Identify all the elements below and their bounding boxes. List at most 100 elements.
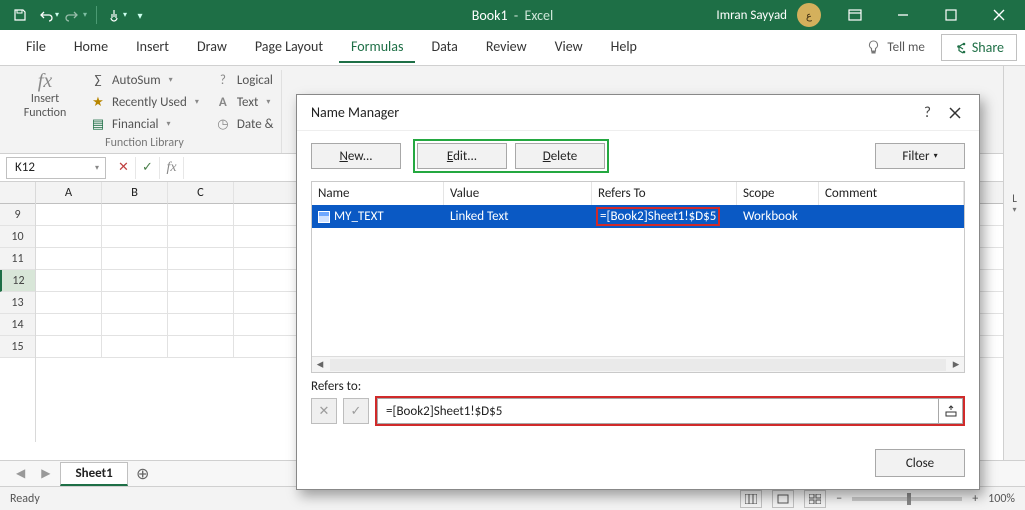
cancel-formula-icon[interactable]: ✕	[112, 157, 136, 179]
col-header-value[interactable]: Value	[444, 182, 592, 205]
cell[interactable]	[36, 248, 102, 270]
col-header-comment[interactable]: Comment	[819, 182, 964, 205]
insert-function-button[interactable]: fx Insert Function	[16, 70, 74, 121]
cell[interactable]	[36, 226, 102, 248]
user-avatar[interactable]: ع	[797, 3, 821, 27]
view-page-layout-icon[interactable]	[772, 490, 794, 508]
zoom-slider[interactable]	[852, 497, 962, 501]
date-time-button[interactable]: ◷Date &	[215, 114, 274, 134]
hscroll-right-icon[interactable]: ▸	[948, 357, 964, 372]
tab-help[interactable]: Help	[599, 32, 649, 63]
logical-button[interactable]: ?Logical	[215, 70, 274, 90]
tab-page-layout[interactable]: Page Layout	[243, 32, 335, 63]
view-page-break-icon[interactable]	[804, 490, 826, 508]
refers-cancel-icon[interactable]: ✕	[311, 398, 337, 424]
tab-review[interactable]: Review	[474, 32, 539, 63]
row-header[interactable]: 11	[0, 248, 35, 270]
cell[interactable]	[102, 270, 168, 292]
name-row-selected[interactable]: MY_TEXT Linked Text =[Book2]Sheet1!$D$5 …	[312, 205, 964, 228]
cell[interactable]	[36, 270, 102, 292]
col-header-scope[interactable]: Scope	[737, 182, 819, 205]
redo-icon[interactable]: ▾	[64, 3, 88, 27]
sheet-nav-prev-icon[interactable]: ◀	[10, 466, 31, 481]
row-header[interactable]: 9	[0, 204, 35, 226]
col-header[interactable]: A	[36, 182, 102, 204]
share-button[interactable]: Share	[941, 34, 1017, 61]
maximize-icon[interactable]	[929, 0, 973, 30]
cell[interactable]	[168, 314, 234, 336]
ribbon-display-icon[interactable]	[833, 0, 877, 30]
close-icon[interactable]	[977, 0, 1021, 30]
recently-used-button[interactable]: ★Recently Used▾	[90, 92, 199, 112]
row-header[interactable]: 13	[0, 292, 35, 314]
autosum-button[interactable]: ∑AutoSum▾	[90, 70, 199, 90]
zoom-out-icon[interactable]: −	[836, 492, 842, 506]
dialog-help-icon[interactable]: ?	[914, 104, 941, 122]
names-hscrollbar[interactable]: ◂ ▸	[312, 356, 964, 372]
cell[interactable]	[36, 336, 102, 358]
financial-button[interactable]: ▤Financial▾	[90, 114, 199, 134]
row-header[interactable]: 10	[0, 226, 35, 248]
tab-home[interactable]: Home	[62, 32, 120, 63]
cell[interactable]	[102, 226, 168, 248]
sheet-nav-next-icon[interactable]: ▶	[35, 466, 56, 481]
close-button[interactable]: Close	[875, 449, 965, 477]
delete-name-button[interactable]: Delete	[515, 143, 605, 169]
tab-view[interactable]: View	[543, 32, 595, 63]
right-pane-edge: L ▾	[1003, 66, 1025, 460]
col-header-right[interactable]: L	[1012, 186, 1017, 205]
cell[interactable]	[168, 248, 234, 270]
sheet-tab-active[interactable]: Sheet1	[60, 462, 127, 486]
cell[interactable]	[102, 336, 168, 358]
text-button[interactable]: AText▾	[215, 92, 274, 112]
touch-mode-icon[interactable]: ▾	[105, 3, 129, 27]
minimize-icon[interactable]	[881, 0, 925, 30]
fx-button-icon[interactable]: fx	[160, 157, 184, 179]
name-box[interactable]: K12 ▾	[6, 157, 106, 179]
undo-icon[interactable]: ▾	[36, 3, 60, 27]
select-all-corner[interactable]	[0, 182, 35, 204]
view-normal-icon[interactable]	[740, 490, 762, 508]
collapse-dialog-icon[interactable]	[939, 398, 963, 424]
tab-data[interactable]: Data	[419, 32, 469, 63]
cell[interactable]	[36, 204, 102, 226]
cell[interactable]	[102, 292, 168, 314]
new-name-button[interactable]: New...	[311, 143, 401, 169]
edit-name-button[interactable]: Edit...	[417, 143, 507, 169]
tab-formulas[interactable]: Formulas	[339, 32, 415, 63]
cell[interactable]	[168, 270, 234, 292]
col-header-name[interactable]: Name	[312, 182, 444, 205]
hscroll-left-icon[interactable]: ◂	[312, 357, 328, 372]
accept-formula-icon[interactable]: ✓	[136, 157, 160, 179]
col-header-refers[interactable]: Refers To	[592, 182, 737, 205]
col-header[interactable]: C	[168, 182, 234, 204]
cell[interactable]	[36, 292, 102, 314]
add-sheet-button[interactable]: ⊕	[132, 463, 154, 485]
col-header[interactable]: B	[102, 182, 168, 204]
zoom-level[interactable]: 100%	[988, 492, 1015, 506]
row-header[interactable]: 12	[0, 270, 35, 292]
cell[interactable]	[168, 204, 234, 226]
refers-accept-icon[interactable]: ✓	[343, 398, 369, 424]
tab-insert[interactable]: Insert	[124, 32, 181, 63]
tell-me[interactable]: Tell me	[866, 40, 924, 55]
cell[interactable]	[168, 226, 234, 248]
row-header[interactable]: 14	[0, 314, 35, 336]
cell[interactable]	[102, 314, 168, 336]
name-box-value: K12	[15, 160, 35, 175]
cell[interactable]	[102, 248, 168, 270]
dialog-close-icon[interactable]	[941, 99, 969, 127]
save-icon[interactable]	[8, 3, 32, 27]
cell[interactable]	[36, 314, 102, 336]
cell[interactable]	[168, 336, 234, 358]
refers-to-input[interactable]: =[Book2]Sheet1!$D$5	[377, 398, 939, 424]
tab-file[interactable]: File	[14, 32, 58, 63]
row-header[interactable]: 15	[0, 336, 35, 358]
qat-customize-icon[interactable]: ▾	[133, 3, 147, 27]
tab-draw[interactable]: Draw	[185, 32, 239, 63]
cell[interactable]	[168, 292, 234, 314]
refers-to-label: Refers to:	[311, 379, 361, 394]
filter-button[interactable]: Filter▾	[875, 143, 965, 169]
cell[interactable]	[102, 204, 168, 226]
zoom-in-icon[interactable]: +	[972, 492, 978, 506]
